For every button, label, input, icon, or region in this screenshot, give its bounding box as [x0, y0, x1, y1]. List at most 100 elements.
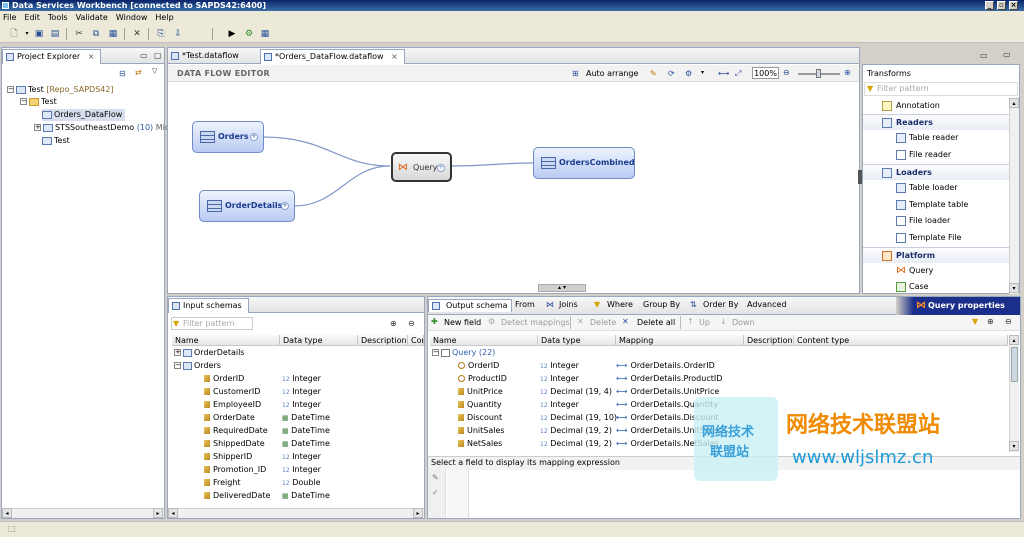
palette-file-loader[interactable]: File loader — [863, 213, 1019, 229]
detect-mappings-button[interactable]: Detect mappings — [501, 318, 570, 327]
expand-all-icon[interactable]: ⊕ — [390, 319, 397, 328]
output-field-row[interactable]: Quantity — [458, 398, 502, 411]
arrow-down-icon[interactable]: ↓ — [720, 317, 727, 326]
horizontal-scrollbar[interactable]: ◂ ▸ — [168, 508, 424, 518]
collapse-icon[interactable]: − — [7, 86, 14, 93]
palette-group-loaders[interactable]: Loaders — [863, 164, 1019, 180]
menu-edit[interactable]: Edit — [21, 11, 45, 25]
scroll-right-icon[interactable]: ▸ — [153, 508, 163, 518]
palette-template-file[interactable]: Template File — [863, 230, 1019, 246]
input-field-row[interactable]: RequiredDate — [204, 424, 268, 437]
palette-group-platform[interactable]: Platform — [863, 247, 1019, 263]
palette-template-table[interactable]: Template table — [863, 197, 1019, 213]
schema-table-orders[interactable]: − Orders — [174, 359, 221, 372]
zoom-input[interactable]: 100% — [752, 67, 779, 79]
column-header-mapping[interactable]: Mapping — [616, 335, 744, 346]
delete-icon[interactable]: ✕ — [131, 28, 143, 40]
node-orders[interactable]: Orders + — [192, 121, 264, 153]
scroll-right-icon[interactable]: ▸ — [413, 508, 423, 518]
delete-button[interactable]: Delete — [590, 318, 616, 327]
port-icon[interactable]: + — [281, 202, 289, 210]
tab-orders-dataflow[interactable]: *Orders_DataFlow.dataflow × — [260, 49, 405, 64]
run-icon[interactable]: ▶ — [226, 28, 238, 40]
expand-icon[interactable]: + — [34, 124, 41, 131]
settings-icon[interactable]: ⚙ — [685, 69, 692, 78]
palette-case[interactable]: Case — [863, 279, 1019, 295]
zoom-out-icon[interactable]: ⊖ — [783, 68, 790, 77]
new-field-button[interactable]: New field — [444, 318, 481, 327]
column-header-data-type[interactable]: Data type — [280, 335, 358, 346]
auto-arrange-button[interactable]: Auto arrange — [586, 69, 638, 78]
delete-icon[interactable]: ✕ — [577, 317, 584, 326]
palette-group-readers[interactable]: Readers — [863, 114, 1019, 130]
debug-icon[interactable]: ⚙ — [243, 28, 255, 40]
column-header-content-type[interactable]: Content type — [794, 335, 1008, 346]
minimize-icon[interactable]: ▭ — [140, 51, 148, 60]
add-icon[interactable]: ✚ — [431, 317, 438, 326]
output-field-row[interactable]: UnitSales — [458, 424, 505, 437]
input-field-row[interactable]: Promotion_ID — [204, 463, 266, 476]
tab-group-by[interactable]: Group By — [640, 299, 683, 312]
menu-window[interactable]: Window — [113, 11, 153, 25]
collapse-icon[interactable]: − — [174, 362, 181, 369]
menu-tools[interactable]: Tools — [45, 11, 73, 25]
menu-help[interactable]: Help — [152, 11, 178, 25]
validate-icon[interactable]: ✓ — [432, 488, 439, 497]
annotation-icon[interactable]: ✎ — [650, 69, 657, 78]
paste-icon[interactable]: ▦ — [107, 28, 119, 40]
restore-button[interactable]: ▫ — [997, 1, 1006, 10]
deploy-icon[interactable]: ▦ — [259, 28, 271, 40]
output-field-row[interactable]: Discount — [458, 411, 502, 424]
collapse-all-icon[interactable]: ⊖ — [1005, 317, 1012, 326]
tab-joins[interactable]: ⋈ Joins — [544, 299, 581, 312]
zoom-in-icon[interactable]: ⊕ — [844, 68, 851, 77]
collapse-icon[interactable]: − — [432, 349, 439, 356]
scroll-left-icon[interactable]: ◂ — [2, 508, 12, 518]
refresh-icon[interactable]: ⟳ — [668, 69, 675, 78]
scroll-up-icon[interactable]: ▴ — [1009, 335, 1019, 345]
tab-advanced[interactable]: Advanced — [744, 299, 790, 312]
input-field-row[interactable]: CustomerID — [204, 385, 260, 398]
delete-all-button[interactable]: Delete all — [637, 318, 675, 327]
link-editor-icon[interactable]: ⇄ — [135, 68, 142, 77]
up-button[interactable]: Up — [699, 318, 710, 327]
delete-all-icon[interactable]: ✕ — [622, 317, 629, 326]
output-field-row[interactable]: NetSales — [458, 437, 502, 450]
node-orders-combined[interactable]: OrdersCombined — [533, 147, 635, 179]
detect-icon[interactable]: ⚙ — [488, 317, 495, 326]
sash-handle[interactable] — [858, 170, 862, 184]
auto-arrange-icon[interactable]: ⊞ — [572, 69, 579, 78]
scroll-up-icon[interactable]: ▴ — [1009, 98, 1019, 108]
output-field-mapping[interactable]: ⟷ OrderDetails.OrderID — [616, 359, 715, 372]
input-field-row[interactable]: OrderDate — [204, 411, 255, 424]
copy-icon[interactable]: ⧉ — [90, 28, 102, 40]
arrow-up-icon[interactable]: ↑ — [687, 317, 694, 326]
output-field-row[interactable]: OrderID — [458, 359, 499, 372]
column-header-description[interactable]: Description — [744, 335, 794, 346]
palette-table-loader[interactable]: Table loader — [863, 180, 1019, 196]
menu-validate[interactable]: Validate — [73, 11, 113, 25]
tree-item-root[interactable]: − Test [Repo_SAPDS42] — [7, 84, 114, 96]
tab-where[interactable]: ▼ Where — [592, 299, 636, 312]
column-header-data-type[interactable]: Data type — [538, 335, 616, 346]
tab-input-schemas[interactable]: Input schemas — [168, 298, 249, 313]
input-filter-input[interactable]: Filter pattern — [171, 317, 253, 330]
collapse-all-icon[interactable]: ⊟ — [119, 69, 126, 78]
scroll-down-icon[interactable]: ▾ — [1009, 283, 1019, 293]
cut-icon[interactable]: ✂ — [73, 28, 85, 40]
input-field-row[interactable]: OrderID — [204, 372, 244, 385]
collapse-panel-handle[interactable]: ▴ ▾ — [538, 284, 586, 292]
schema-table-orderdetails[interactable]: + OrderDetails — [174, 346, 244, 359]
input-field-row[interactable]: DeliveredDate — [204, 489, 270, 502]
expand-all-icon[interactable]: ⊕ — [987, 317, 994, 326]
close-icon[interactable]: × — [88, 52, 95, 61]
palette-file-reader[interactable]: File reader — [863, 147, 1019, 163]
tab-output-schema[interactable]: Output schema — [428, 299, 512, 312]
down-button[interactable]: Down — [732, 318, 755, 327]
input-field-row[interactable]: Freight — [204, 476, 241, 489]
tab-order-by[interactable]: ⇅ Order By — [688, 299, 742, 312]
tab-from[interactable]: From — [512, 299, 538, 312]
chevron-down-icon[interactable]: ▾ — [701, 69, 704, 76]
horizontal-scrollbar[interactable]: ◂ ▸ — [2, 508, 164, 518]
column-header-name[interactable]: Name — [172, 335, 280, 346]
